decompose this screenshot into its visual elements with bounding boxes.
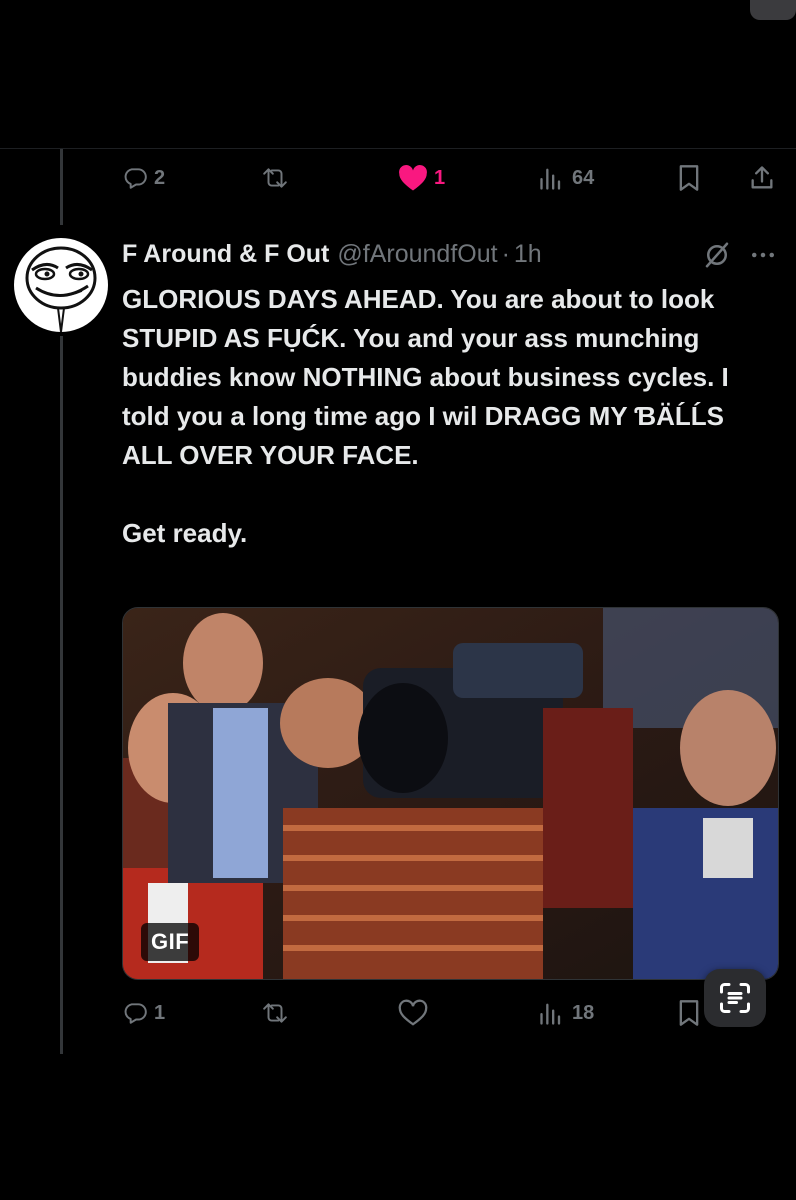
- retweet-button[interactable]: [258, 158, 292, 198]
- live-text-scan-icon: [720, 983, 750, 1013]
- bookmark-icon: [679, 1000, 699, 1026]
- thread-connector-bottom: [60, 336, 63, 1054]
- user-handle[interactable]: @fAroundfOut: [337, 240, 497, 269]
- views-icon: [540, 1003, 561, 1025]
- reply-button[interactable]: 1: [122, 993, 165, 1033]
- like-count: 1: [434, 167, 446, 189]
- bookmark-button[interactable]: [677, 993, 701, 1033]
- tweet-text: GLORIOUS DAYS AHEAD. You are about to lo…: [122, 284, 729, 548]
- share-icon: [751, 166, 773, 189]
- retweet-icon: [263, 1003, 287, 1023]
- bookmark-button[interactable]: [677, 158, 701, 198]
- previous-tweet-action-bar: 2 1 64: [0, 158, 796, 198]
- gif-badge: GIF: [141, 923, 200, 961]
- tweet-media-gif[interactable]: GIF: [122, 607, 779, 980]
- views-count: 64: [572, 167, 595, 189]
- retweet-button[interactable]: [258, 993, 292, 1033]
- retweet-icon: [263, 168, 287, 188]
- avatar[interactable]: [14, 238, 108, 332]
- grok-icon[interactable]: [702, 240, 732, 270]
- views-count: 18: [572, 1002, 595, 1024]
- like-button[interactable]: 1: [398, 158, 445, 198]
- reply-button[interactable]: 2: [122, 158, 165, 198]
- gif-frame-image: [123, 608, 778, 979]
- reply-icon: [124, 168, 147, 189]
- views-button[interactable]: 18: [538, 993, 594, 1033]
- heart-icon: [398, 999, 428, 1026]
- views-button[interactable]: 64: [538, 158, 594, 198]
- reply-icon: [124, 1003, 147, 1024]
- views-icon: [540, 168, 561, 190]
- more-icon[interactable]: [748, 240, 778, 270]
- reply-count: 2: [154, 167, 166, 189]
- display-name[interactable]: F Around & F Out: [122, 240, 329, 269]
- tweet-header: F Around & F Out @fAroundfOut · 1h: [122, 236, 542, 272]
- heart-icon: [399, 165, 427, 191]
- live-text-scan-button[interactable]: [704, 969, 766, 1027]
- top-corner-control[interactable]: [750, 0, 796, 20]
- tweet-action-bar: 1 18: [0, 993, 796, 1033]
- trollface-avatar-icon: [25, 246, 97, 332]
- bookmark-icon: [679, 165, 699, 191]
- header-separator: ·: [501, 239, 510, 268]
- thread-divider: [0, 148, 796, 149]
- share-button[interactable]: [748, 158, 776, 198]
- like-button[interactable]: [398, 993, 428, 1033]
- tweet-timestamp[interactable]: 1h: [514, 240, 542, 269]
- reply-count: 1: [154, 1002, 166, 1024]
